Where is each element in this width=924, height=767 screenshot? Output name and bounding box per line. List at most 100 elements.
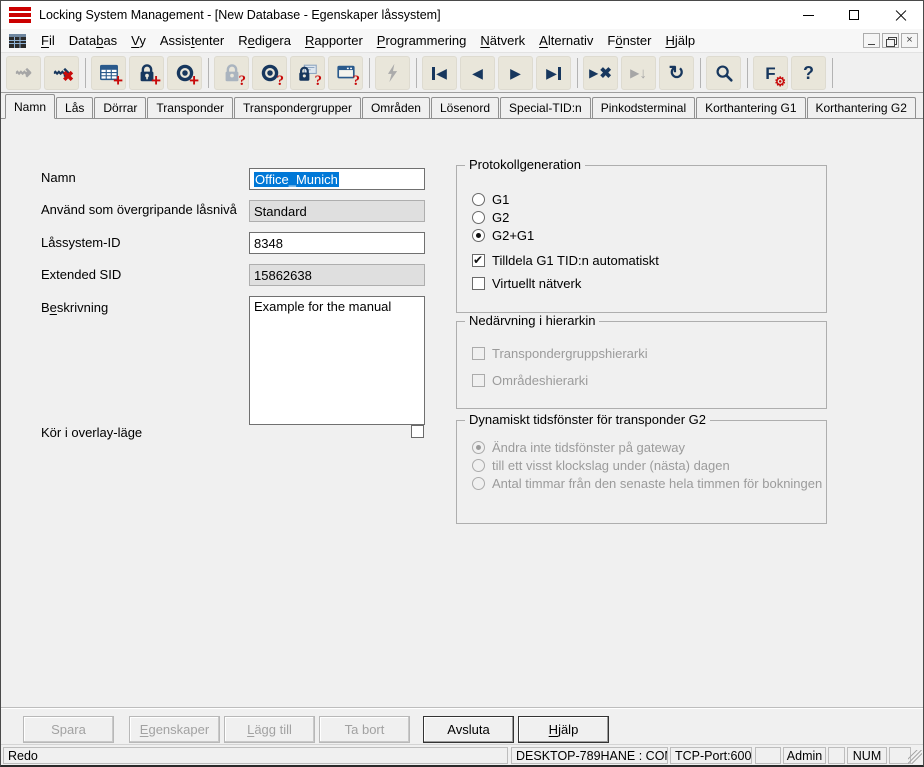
namn-label: Namn [41, 170, 76, 185]
menu-vy[interactable]: Vy [124, 31, 153, 50]
beskrivning-label: Beskrivning [41, 300, 108, 315]
status-host: DESKTOP-789HANE : COM(*) [511, 747, 668, 764]
program-button[interactable] [375, 56, 410, 90]
tab-losenord[interactable]: Lösenord [431, 97, 499, 118]
refresh-button[interactable]: ↻ [659, 56, 694, 90]
plus-badge-icon: + [151, 72, 161, 89]
ta-bort-button[interactable]: Ta bort [319, 716, 410, 743]
question-badge-icon: ? [315, 74, 323, 89]
titlebar: Locking System Management - [New Databas… [1, 1, 923, 29]
checkbox-icon [472, 277, 485, 290]
close-icon [895, 10, 906, 21]
hjalp-button[interactable]: Hjälp [518, 716, 609, 743]
radio-selected-icon [472, 229, 485, 242]
window-title: Locking System Management - [New Databas… [39, 8, 441, 22]
read-lock-button[interactable]: ? [214, 56, 249, 90]
menu-assistenter[interactable]: Assistenter [153, 31, 231, 50]
toolbar: ⇝ ⇝✖ + + + [1, 54, 923, 93]
read-dialog-button[interactable]: ? [328, 56, 363, 90]
lasniva-input: Standard [249, 200, 425, 222]
log-off-button[interactable]: ⇝✖ [44, 56, 79, 90]
plus-badge-icon: + [113, 72, 123, 89]
hierarki-title: Nedärvning i hierarkin [465, 313, 599, 328]
maximize-button[interactable] [831, 1, 877, 29]
lightning-icon [382, 62, 404, 84]
lagg-till-button[interactable]: Lägg till [224, 716, 315, 743]
radio-icon [472, 193, 485, 206]
tab-dorrar[interactable]: Dörrar [94, 97, 146, 118]
status-num-lock: NUM [847, 747, 887, 764]
first-record-button[interactable]: ◀ [422, 56, 457, 90]
previous-record-button[interactable]: ◀ [460, 56, 495, 90]
tab-korthantering-g1[interactable]: Korthantering G1 [696, 97, 805, 118]
tab-pinkodsterminal[interactable]: Pinkodsterminal [592, 97, 695, 118]
footer: Spara Egenskaper Lägg till Ta bort Avslu… [1, 707, 923, 745]
menu-programmering[interactable]: Programmering [370, 31, 474, 50]
radio-visst-klockslag: till ett visst klockslag under (nästa) d… [472, 458, 730, 473]
egenskaper-button[interactable]: Egenskaper [129, 716, 220, 743]
tab-las[interactable]: Lås [56, 97, 93, 118]
read-transponder-button[interactable]: ? [252, 56, 287, 90]
checkbox-tilldela-g1-tid[interactable]: Tilldela G1 TID:n automatiskt [472, 253, 659, 268]
goto-record-button[interactable]: ▶↓ [621, 56, 656, 90]
radio-g2[interactable]: G2 [472, 210, 509, 225]
status-user: Admin [783, 747, 826, 764]
avsluta-button[interactable]: Avsluta [423, 716, 514, 743]
new-locking-system-button[interactable]: + [91, 56, 126, 90]
tab-korthantering-g2[interactable]: Korthantering G2 [807, 97, 916, 118]
minimize-button[interactable] [785, 1, 831, 29]
radio-g2-g1[interactable]: G2+G1 [472, 228, 534, 243]
cross-badge-icon: ✖ [62, 69, 74, 83]
tab-transpondergrupper[interactable]: Transpondergrupper [234, 97, 361, 118]
question-badge-icon: ? [239, 74, 247, 89]
document-icon [9, 34, 26, 48]
last-record-button[interactable]: ▶ [536, 56, 571, 90]
checkbox-icon [472, 374, 485, 387]
close-button[interactable] [877, 1, 923, 29]
next-record-button[interactable]: ▶ [498, 56, 533, 90]
log-on-button[interactable]: ⇝ [6, 56, 41, 90]
next-record-icon: ▶ [510, 66, 521, 80]
mdi-close-icon: × [906, 35, 912, 46]
menu-natverk[interactable]: Nätverk [473, 31, 532, 50]
checkbox-icon [472, 347, 485, 360]
mdi-restore-button[interactable] [882, 33, 899, 48]
menu-alternativ[interactable]: Alternativ [532, 31, 600, 50]
namn-input[interactable]: Office_Munich [249, 168, 425, 190]
spara-button[interactable]: Spara [23, 716, 114, 743]
overlay-mode-checkbox[interactable] [411, 425, 424, 438]
menu-rapporter[interactable]: Rapporter [298, 31, 370, 50]
radio-g1[interactable]: G1 [472, 192, 509, 207]
checkbox-checked-icon [472, 254, 485, 267]
search-button[interactable] [706, 56, 741, 90]
goto-record-icon: ↓ [639, 66, 647, 81]
menu-redigera[interactable]: Redigera [231, 31, 298, 50]
refresh-icon: ↻ [669, 64, 685, 83]
resize-grip[interactable] [908, 750, 922, 764]
statusbar: Redo DESKTOP-789HANE : COM(*) TCP-Port:6… [1, 744, 923, 765]
tab-transponder[interactable]: Transponder [147, 97, 233, 118]
checkbox-virtuellt-natverk[interactable]: Virtuellt nätverk [472, 276, 581, 291]
tab-namn[interactable]: Namn [5, 94, 55, 119]
lassystem-id-input[interactable]: 8348 [249, 232, 425, 254]
read-network-lock-button[interactable]: ? [290, 56, 325, 90]
new-transponder-button[interactable]: + [167, 56, 202, 90]
filter-settings-button[interactable]: F⚙ [753, 56, 788, 90]
mdi-minimize-button[interactable] [863, 33, 880, 48]
radio-andra-inte-tidsfonster: Ändra inte tidsfönster på gateway [472, 440, 685, 455]
menu-fil[interactable]: Fil [34, 31, 62, 50]
tab-special-tid[interactable]: Special-TID:n [500, 97, 591, 118]
beskrivning-textarea[interactable]: Example for the manual [249, 296, 425, 425]
menu-databas[interactable]: Databas [62, 31, 124, 50]
radio-antal-timmar: Antal timmar från den senaste hela timme… [472, 476, 822, 491]
new-lock-button[interactable]: + [129, 56, 164, 90]
checkbox-omradeshierarki: Områdeshierarki [472, 373, 588, 388]
help-button[interactable]: ? [791, 56, 826, 90]
mdi-close-button[interactable]: × [901, 33, 918, 48]
menu-hjalp[interactable]: Hjälp [658, 31, 702, 50]
remove-record-button[interactable]: ▶✖ [583, 56, 618, 90]
tab-omraden[interactable]: Områden [362, 97, 430, 118]
mdi-minimize-icon [868, 44, 875, 45]
menu-fonster[interactable]: Fönster [600, 31, 658, 50]
tidsfonster-title: Dynamiskt tidsfönster för transponder G2 [465, 412, 710, 427]
